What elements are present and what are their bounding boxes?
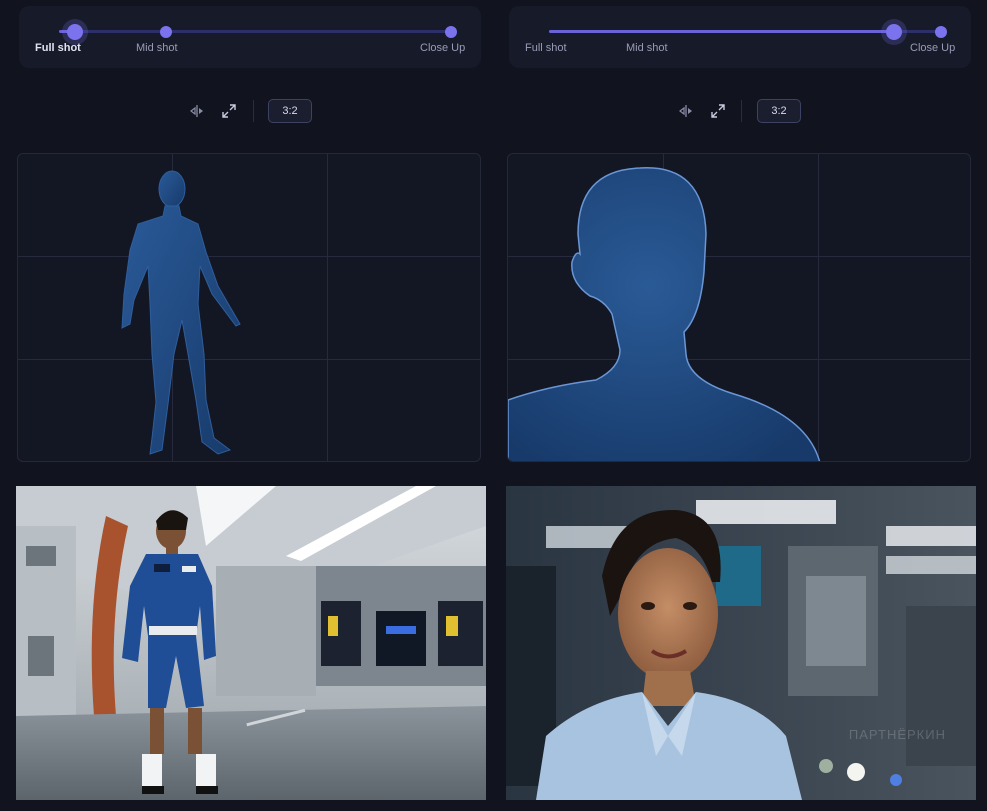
generated-photo-full-shot[interactable] (16, 486, 486, 800)
slider-track[interactable] (549, 30, 939, 33)
shot-size-slider[interactable]: Full shot Mid shot Close Up (19, 6, 481, 68)
slider-knob-full-shot[interactable] (67, 23, 83, 40)
shot-panel-full: Full shot Mid shot Close Up 3:2 (16, 0, 486, 811)
slider-stop-close-up[interactable] (445, 25, 457, 38)
shot-panel-close-up: Full shot Mid shot Close Up 3:2 ПАРТНЁРК… (506, 0, 976, 811)
head-shoulders-mannequin (508, 167, 821, 461)
full-body-mannequin (121, 170, 241, 455)
flip-icon[interactable] (189, 103, 205, 119)
slider-stop-close-up[interactable] (935, 25, 947, 38)
framing-preview-canvas[interactable] (17, 153, 481, 462)
toolbar-divider (741, 100, 742, 122)
stop-label-close-up[interactable]: Close Up (420, 42, 465, 54)
astronaut-close-up-image (506, 486, 976, 800)
flip-icon[interactable] (678, 103, 694, 119)
toolbar-divider (253, 100, 254, 122)
stop-label-mid-shot[interactable]: Mid shot (626, 42, 668, 54)
generated-photo-close-up[interactable]: ПАРТНЁРКИН (506, 486, 976, 800)
stop-label-full-shot[interactable]: Full shot (35, 42, 81, 54)
slider-track[interactable] (59, 30, 449, 33)
aspect-ratio-button[interactable]: 3:2 (268, 99, 312, 123)
stop-label-close-up[interactable]: Close Up (910, 42, 955, 54)
watermark: ПАРТНЁРКИН (848, 727, 946, 742)
framing-preview-canvas[interactable] (507, 153, 971, 462)
expand-icon[interactable] (710, 103, 726, 119)
preview-toolbar: 3:2 (506, 98, 976, 124)
slider-stop-mid-shot[interactable] (160, 25, 172, 38)
slider-track-fill (549, 30, 893, 33)
shot-size-slider[interactable]: Full shot Mid shot Close Up (509, 6, 971, 68)
stop-label-mid-shot[interactable]: Mid shot (136, 42, 178, 54)
preview-toolbar: 3:2 (16, 98, 486, 124)
stop-label-full-shot[interactable]: Full shot (525, 42, 567, 54)
expand-icon[interactable] (221, 103, 237, 119)
astronaut-full-body-image (16, 486, 486, 800)
aspect-ratio-button[interactable]: 3:2 (757, 99, 801, 123)
slider-knob-close-up[interactable] (886, 23, 902, 40)
